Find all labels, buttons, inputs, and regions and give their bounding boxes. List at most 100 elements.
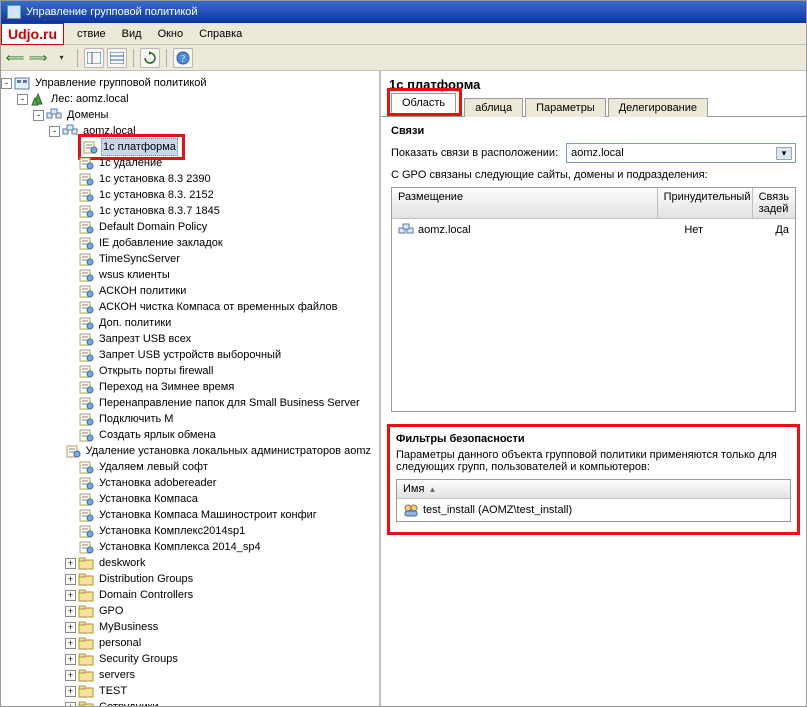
tree-ou-node[interactable]: +personal <box>1 635 379 651</box>
tree-gpo-node[interactable]: АСКОН политики <box>1 283 379 299</box>
filters-grid[interactable]: Имя ▲ test_install (AOMZ\test_install) <box>396 479 791 522</box>
expand-toggle[interactable]: + <box>65 638 76 649</box>
tree-ou-node[interactable]: +Distribution Groups <box>1 571 379 587</box>
expand-toggle[interactable]: + <box>65 702 76 707</box>
tab-scope[interactable]: Область <box>391 93 456 113</box>
menu-view[interactable]: Вид <box>122 28 142 40</box>
nav-history-dropdown[interactable] <box>51 48 71 68</box>
collapse-toggle[interactable]: - <box>33 110 44 121</box>
expand-toggle[interactable]: + <box>65 686 76 697</box>
toolbar-separator <box>77 49 78 67</box>
links-location-value: aomz.local <box>571 147 624 159</box>
tree-gpo-node[interactable]: 1с платформа <box>1 139 379 155</box>
tree-gpo-node[interactable]: АСКОН чистка Компаса от временных файлов <box>1 299 379 315</box>
tree-label: 1с платформа <box>101 138 178 156</box>
collapse-toggle[interactable]: - <box>1 78 12 89</box>
tree-ou-node[interactable]: +Domain Controllers <box>1 587 379 603</box>
tree-ou-node[interactable]: +MyBusiness <box>1 619 379 635</box>
tree-root-node[interactable]: -Управление групповой политикой <box>1 75 379 91</box>
col-name[interactable]: Имя ▲ <box>397 480 790 498</box>
tree-gpo-node[interactable]: Запрезт USB всех <box>1 331 379 347</box>
tree-gpo-node[interactable]: Установка Комплекса 2014_sp4 <box>1 539 379 555</box>
expand-toggle[interactable]: + <box>65 574 76 585</box>
tree-gpo-node[interactable]: Создать ярлык обмена <box>1 427 379 443</box>
collapse-toggle[interactable]: - <box>17 94 28 105</box>
tree-spacer <box>65 206 76 217</box>
tree-gpo-node[interactable]: Удаление установка локальных администрат… <box>1 443 379 459</box>
menu-action-suffix[interactable]: ствие <box>77 28 106 40</box>
tab-settings[interactable]: Параметры <box>525 98 606 117</box>
tree-ou-node[interactable]: +Security Groups <box>1 651 379 667</box>
tree-gpo-node[interactable]: 1с установка 8.3.7 1845 <box>1 203 379 219</box>
col-enforced[interactable]: Принудительный <box>658 188 753 218</box>
links-location-combo[interactable]: aomz.local <box>566 143 796 163</box>
tree-gpo-node[interactable]: Default Domain Policy <box>1 219 379 235</box>
tree-ou-node[interactable]: +TEST <box>1 683 379 699</box>
col-location[interactable]: Размещение <box>392 188 658 218</box>
tree-spacer <box>65 158 76 169</box>
tree-gpo-node[interactable]: Установка Комплекс2014sp1 <box>1 523 379 539</box>
gpo-icon <box>78 268 94 282</box>
tree-gpo-node[interactable]: TimeSyncServer <box>1 251 379 267</box>
domain-icon <box>62 124 78 138</box>
tree-spacer <box>65 542 76 553</box>
col-link-enabled[interactable]: Связь задей <box>753 188 795 218</box>
filters-grid-row[interactable]: test_install (AOMZ\test_install) <box>397 499 790 521</box>
expand-toggle[interactable]: + <box>65 622 76 633</box>
nav-forward-button[interactable] <box>28 48 48 68</box>
tree-ou-node[interactable]: +Сотрудники <box>1 699 379 706</box>
tree-spacer <box>65 350 76 361</box>
tree-forest-node[interactable]: -Лес: aomz.local <box>1 91 379 107</box>
tree-gpo-node[interactable]: 1с установка 8.3. 2152 <box>1 187 379 203</box>
expand-toggle[interactable]: + <box>65 670 76 681</box>
links-grid[interactable]: Размещение Принудительный Связь задей ao… <box>391 187 796 412</box>
tree-domains-node[interactable]: -Домены <box>1 107 379 123</box>
links-row-enabled: Да <box>769 221 795 239</box>
tree-spacer <box>65 462 76 473</box>
tab-delegation[interactable]: Делегирование <box>608 98 708 117</box>
tab-details[interactable]: аблица <box>464 98 523 117</box>
tree-ou-node[interactable]: +GPO <box>1 603 379 619</box>
highlight-scope-tab: Область <box>387 88 462 116</box>
tree-label: Удаление установка локальных администрат… <box>84 443 373 459</box>
expand-toggle[interactable]: + <box>65 654 76 665</box>
tree-gpo-node[interactable]: Перенаправление папок для Small Business… <box>1 395 379 411</box>
tree-pane[interactable]: -Управление групповой политикой-Лес: aom… <box>1 71 381 706</box>
tree-gpo-node[interactable]: Доп. политики <box>1 315 379 331</box>
svg-text:?: ? <box>181 54 186 65</box>
gpo-icon <box>78 332 94 346</box>
tree-ou-node[interactable]: +deskwork <box>1 555 379 571</box>
tree-gpo-node[interactable]: Удаляем левый софт <box>1 459 379 475</box>
tree-domain-node[interactable]: -aomz.local <box>1 123 379 139</box>
tree-ou-node[interactable]: +servers <box>1 667 379 683</box>
tree-gpo-node[interactable]: IE добавление закладок <box>1 235 379 251</box>
toolbar-properties-button[interactable] <box>107 48 127 68</box>
tree-gpo-node[interactable]: Подключить M <box>1 411 379 427</box>
tree-label: Установка adobereader <box>97 475 218 491</box>
tree-gpo-node[interactable]: Запрет USB устройств выборочный <box>1 347 379 363</box>
tree-gpo-node[interactable]: Открыть порты firewall <box>1 363 379 379</box>
tree-gpo-node[interactable]: 1с установка 8.3 2390 <box>1 171 379 187</box>
menu-help[interactable]: Справка <box>199 28 242 40</box>
menu-window[interactable]: Окно <box>158 28 184 40</box>
tree-gpo-node[interactable]: Установка Компаса <box>1 491 379 507</box>
toolbar-refresh-button[interactable] <box>140 48 160 68</box>
tree-spacer <box>65 302 76 313</box>
tree-label: Создать ярлык обмена <box>97 427 218 443</box>
toolbar-show-hide-tree-button[interactable] <box>84 48 104 68</box>
tree-gpo-node[interactable]: wsus клиенты <box>1 267 379 283</box>
tree-gpo-node[interactable]: Переход на Зимнее время <box>1 379 379 395</box>
ou-icon <box>78 700 94 706</box>
tree-gpo-node[interactable]: Установка Компаса Машиностроит конфиг <box>1 507 379 523</box>
expand-toggle[interactable]: + <box>65 606 76 617</box>
expand-toggle[interactable]: + <box>65 590 76 601</box>
gpo-icon <box>78 300 94 314</box>
tree-gpo-node[interactable]: Установка adobereader <box>1 475 379 491</box>
collapse-toggle[interactable]: - <box>49 126 60 137</box>
expand-toggle[interactable]: + <box>65 558 76 569</box>
toolbar-help-button[interactable]: ? <box>173 48 193 68</box>
tree-spacer <box>65 334 76 345</box>
links-grid-row[interactable]: aomz.local Нет Да <box>392 219 795 241</box>
nav-back-button[interactable] <box>5 48 25 68</box>
tree-gpo-node[interactable]: 1с удаление <box>1 155 379 171</box>
